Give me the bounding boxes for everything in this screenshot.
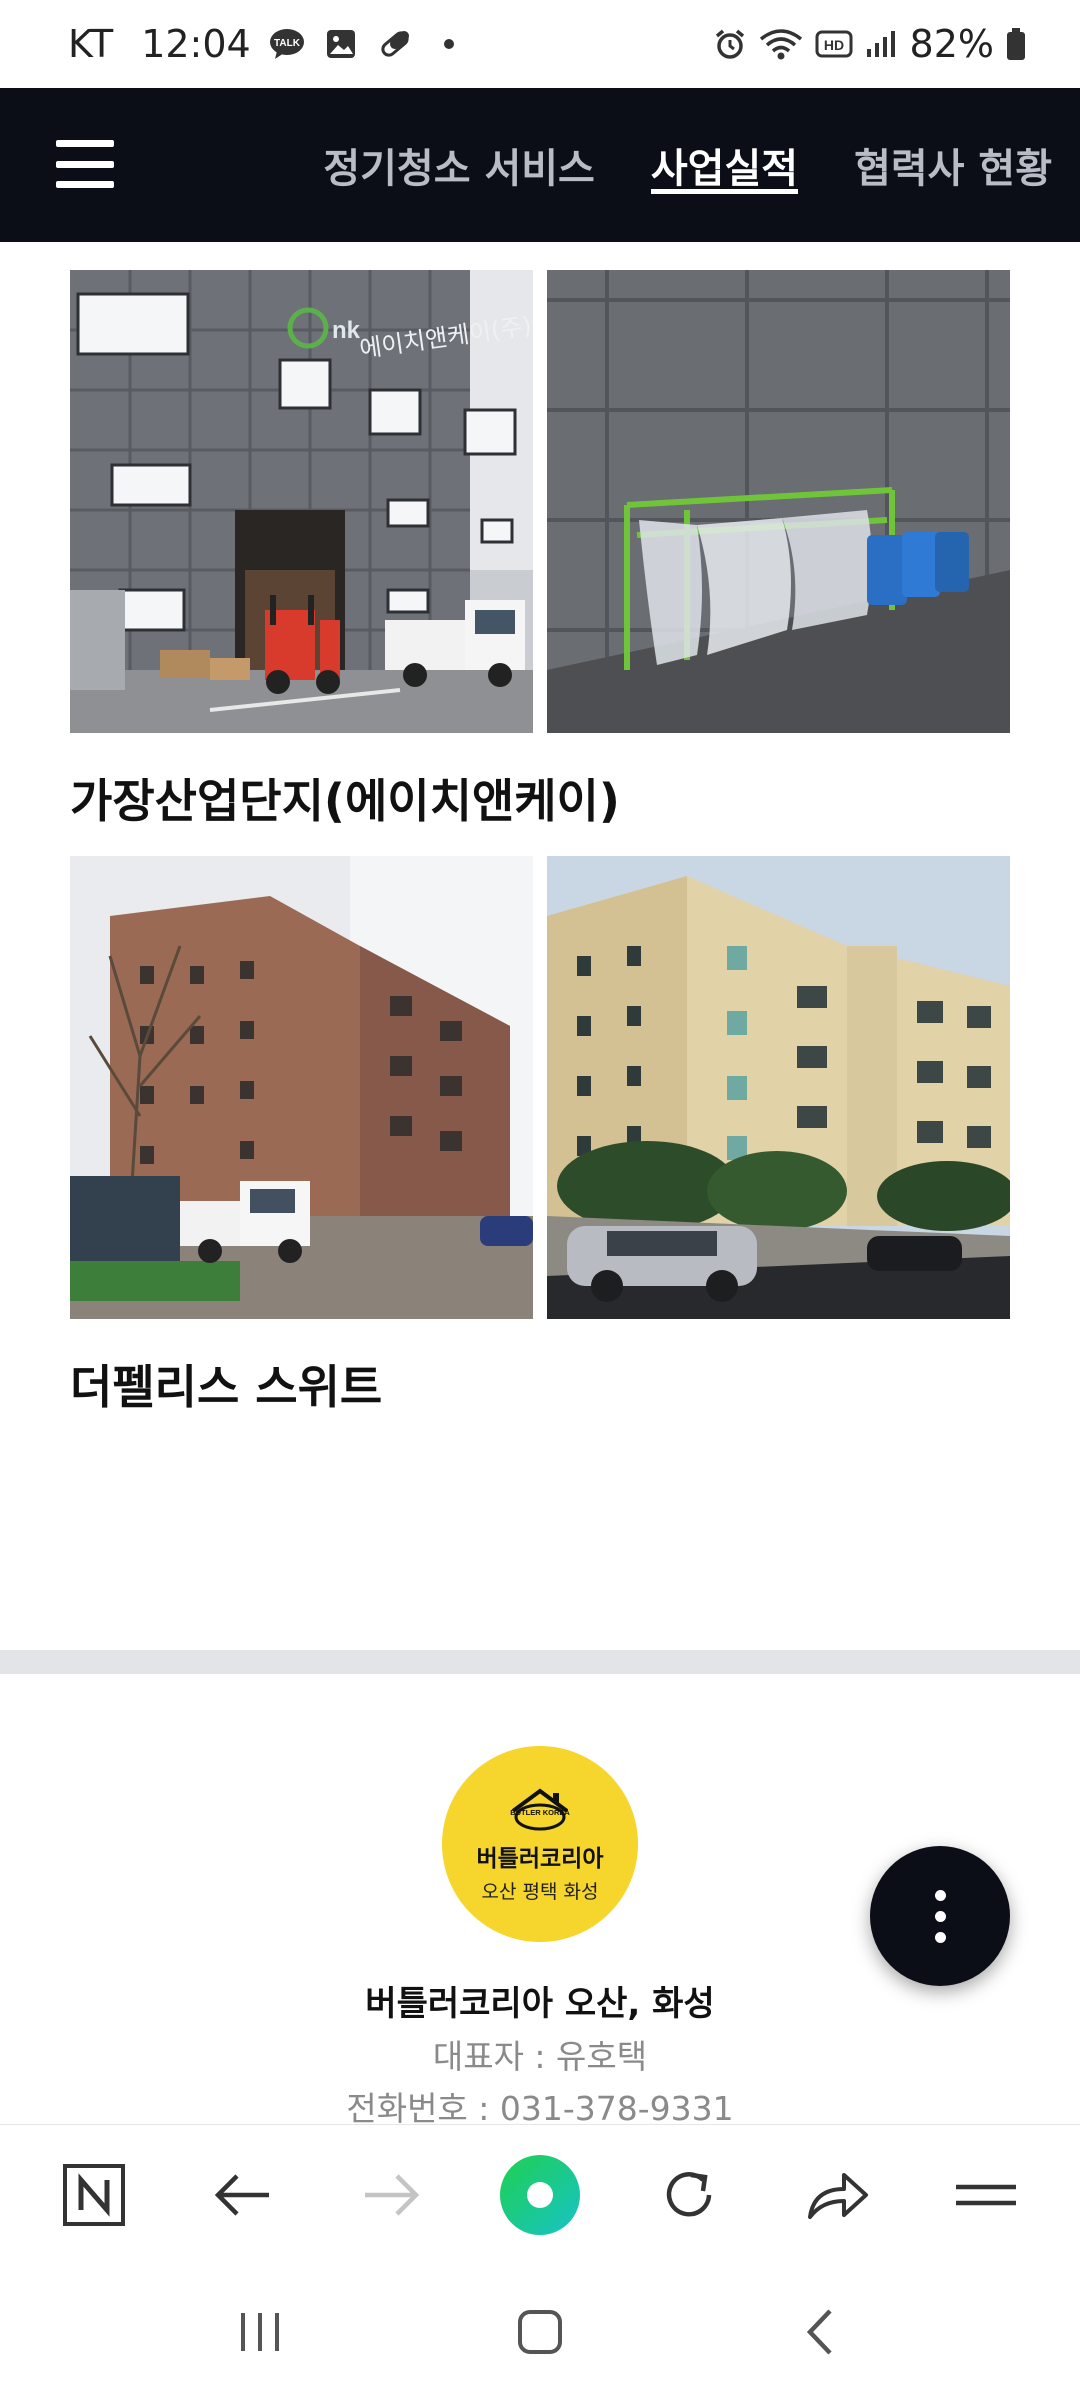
logo-mark-text: BUTLER KOREA (510, 1808, 570, 1817)
browser-toolbar (0, 2124, 1080, 2264)
wifi-icon (758, 26, 804, 62)
status-right: HD 82% (712, 22, 1028, 66)
project-photo-cream-building[interactable] (547, 856, 1010, 1319)
project-title: 가장산업단지(에이치앤케이) (70, 774, 620, 828)
alarm-icon (712, 26, 748, 62)
gallery-icon (323, 26, 359, 62)
hamburger-menu-icon[interactable] (56, 140, 114, 188)
phone-number[interactable]: 전화번호 : 031-378-9331 (0, 2082, 1080, 2130)
green-dot-icon (499, 2154, 580, 2235)
project-card: nk 에이치앤케이(주) 가장산업단지(에이치앤케이) (70, 270, 1010, 831)
naver-n-icon (63, 2163, 126, 2226)
status-left: KT 12:04 TALK (68, 22, 467, 66)
battery-icon (1004, 26, 1028, 62)
browser-menu-button[interactable] (936, 2145, 1036, 2245)
double-line-menu-icon (955, 2184, 1016, 2205)
footer-divider (0, 1650, 1080, 1674)
tab-business-performance[interactable]: 사업실적 (623, 88, 826, 242)
project-title: 더펠리스 스위트 (70, 1360, 383, 1414)
back-button[interactable] (193, 2145, 293, 2245)
forward-button[interactable] (341, 2145, 441, 2245)
more-dot-icon (934, 1910, 946, 1922)
project-photo-waste-rack[interactable] (547, 270, 1010, 733)
more-dot-icon (934, 1889, 946, 1901)
svg-text:TALK: TALK (274, 38, 301, 49)
battery-percent: 82% (909, 22, 994, 66)
status-bar: KT 12:04 TALK HD 82% (0, 0, 1080, 88)
building-logo-text: nk (332, 317, 361, 344)
back-arrow-icon (214, 2173, 269, 2216)
refresh-icon (666, 2171, 711, 2216)
tab-partner-status[interactable]: 협력사 현황 (826, 88, 1080, 242)
photo-row: nk 에이치앤케이(주) (70, 270, 1010, 733)
dot-icon (431, 26, 467, 62)
company-name: 버틀러코리아 오산, 화성 (365, 1984, 715, 2024)
menu-line (56, 181, 114, 188)
menu-line (56, 140, 114, 147)
menu-line (56, 160, 114, 168)
house-logo-icon: BUTLER KOREA (510, 1788, 570, 1830)
project-photo-factory-building[interactable]: nk 에이치앤케이(주) (70, 270, 533, 733)
naver-home-button[interactable] (44, 2145, 144, 2245)
nav-tabs: 정기청소 서비스 사업실적 협력사 현황 (295, 88, 1080, 242)
recent-apps-button[interactable] (210, 2292, 310, 2372)
logo-brand-name: 버틀러코리아 (476, 1845, 604, 1872)
more-options-button[interactable] (870, 1846, 1010, 1986)
clock: 12:04 (141, 22, 251, 66)
talk-icon: TALK (269, 26, 305, 62)
ceo-info: 대표자 : 유호택 (432, 2037, 648, 2076)
system-back-button[interactable] (770, 2292, 870, 2372)
pill-icon (377, 26, 413, 62)
recent-apps-icon (241, 2313, 279, 2351)
butler-korea-logo[interactable]: BUTLER KOREA 버틀러코리아 오산 평택 화성 (442, 1746, 638, 1942)
svg-text:HD: HD (823, 37, 843, 53)
signal-icon (864, 26, 900, 62)
green-dot-button[interactable] (490, 2145, 590, 2245)
share-arrow-icon (808, 2172, 869, 2219)
photo-row (70, 856, 1010, 1319)
logo-service-area: 오산 평택 화성 (481, 1880, 599, 1903)
forward-arrow-icon (365, 2173, 420, 2216)
more-dot-icon (934, 1931, 946, 1943)
android-navigation-bar (0, 2264, 1080, 2400)
refresh-button[interactable] (639, 2145, 739, 2245)
top-navigation: 정기청소 서비스 사업실적 협력사 현황 (0, 88, 1080, 242)
project-card: 더펠리스 스위트 (70, 856, 1010, 1417)
project-photo-brick-building[interactable] (70, 856, 533, 1319)
carrier-label: KT (68, 22, 114, 66)
home-square-icon (518, 2310, 562, 2354)
chevron-left-icon (806, 2309, 832, 2355)
home-button[interactable] (490, 2292, 590, 2372)
tab-regular-cleaning-service[interactable]: 정기청소 서비스 (295, 88, 623, 242)
hd-icon: HD (814, 26, 854, 62)
share-button[interactable] (787, 2145, 887, 2245)
